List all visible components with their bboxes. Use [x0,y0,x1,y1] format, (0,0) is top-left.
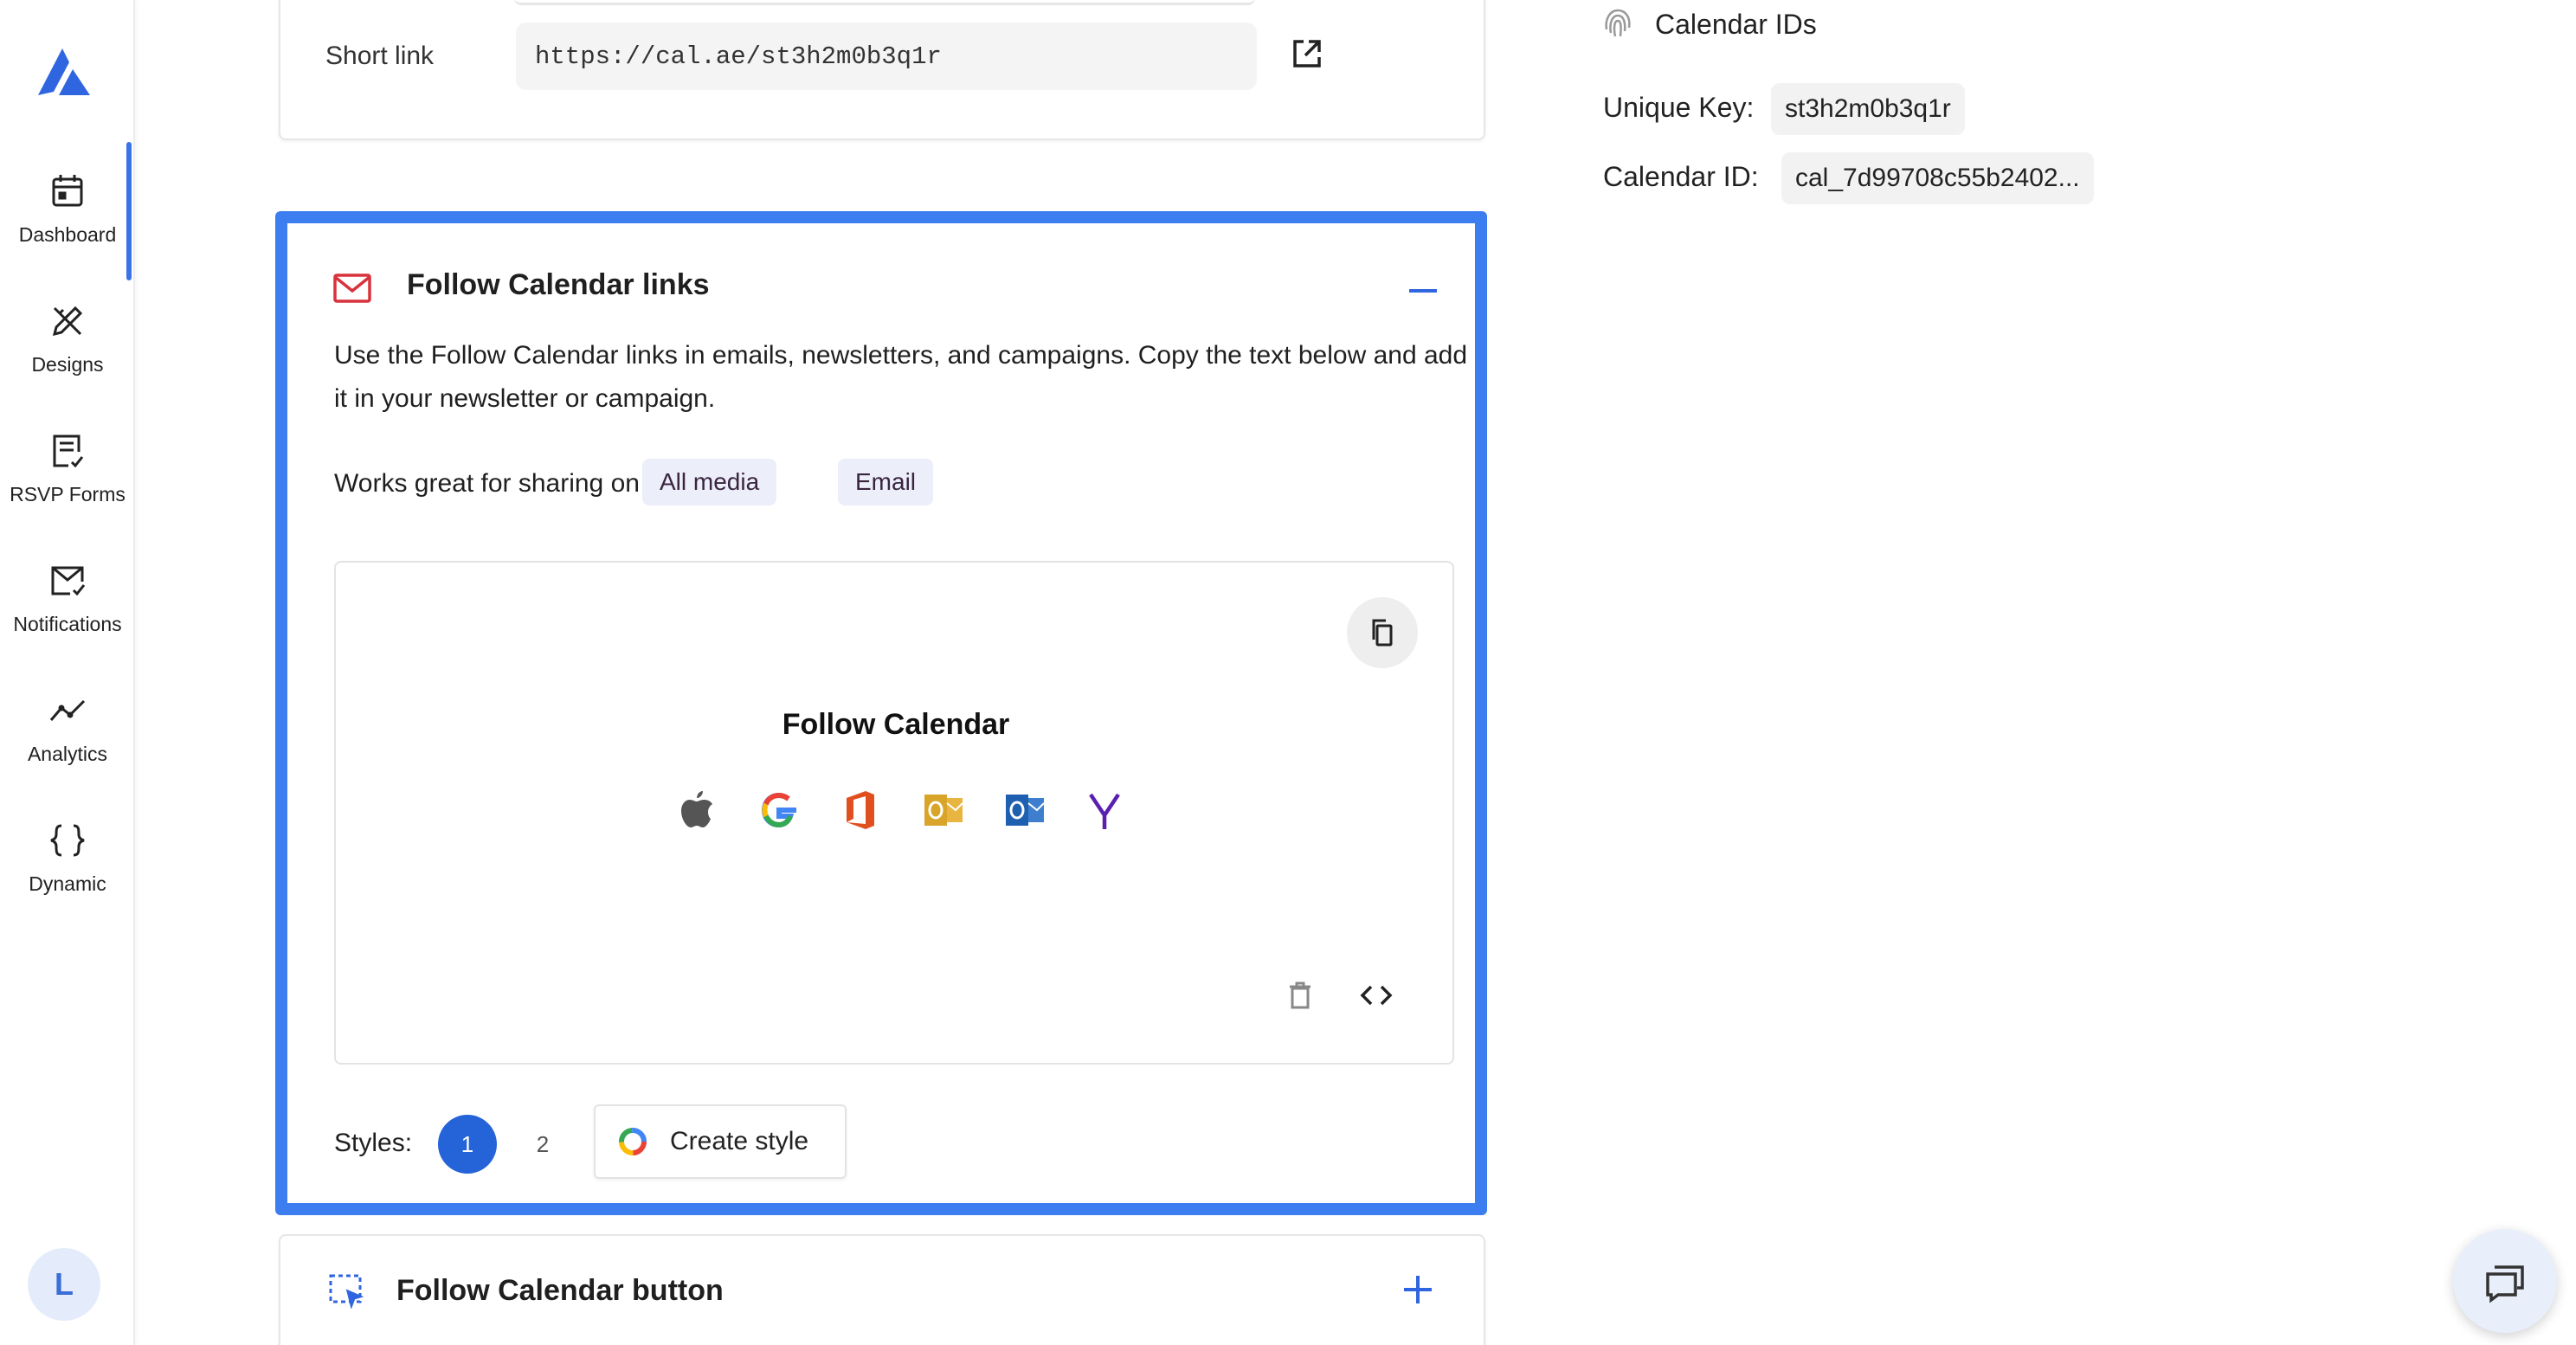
copy-button[interactable] [1347,597,1418,668]
color-wheel-icon [619,1128,647,1155]
envelope-check-icon [51,566,86,596]
calendar-id-value[interactable]: cal_7d99708c55b2402... [1781,152,2094,204]
section-description: Use the Follow Calendar links in emails,… [334,341,1468,413]
sidebar-item-notifications[interactable]: Notifications [0,530,135,642]
section-title: Follow Calendar button [396,1274,724,1307]
short-link-label: Short link [325,42,435,70]
calendar-id-label: Calendar ID: [1603,161,1759,192]
chat-icon [2486,1265,2524,1303]
previous-field-edge [514,0,1255,5]
preview-title: Follow Calendar [782,708,1010,741]
office-icon[interactable] [834,784,886,836]
calendar-ids-title: Calendar IDs [1655,9,1817,40]
calendar-icon [52,175,83,207]
fingerprint-icon [1605,9,1631,37]
sidebar: Dashboard Designs RSVP Forms Notificatio… [0,0,135,1345]
create-style-button[interactable]: Create style [594,1104,847,1179]
sidebar-item-label: Dynamic [29,872,106,895]
expand-icon[interactable] [1401,1272,1435,1307]
short-link-field[interactable]: https://cal.ae/st3h2m0b3q1r [516,23,1257,90]
app-logo[interactable] [33,38,95,100]
app-root: Dashboard Designs RSVP Forms Notificatio… [0,0,2576,1345]
style-option-2[interactable]: 2 [519,1115,566,1174]
works-great-label: Works great for sharing on [334,469,640,498]
collapse-icon[interactable] [1406,274,1440,308]
mail-icon [333,274,371,303]
curly-braces-icon [50,824,85,857]
styles-label: Styles: [334,1129,413,1157]
apple-icon[interactable] [673,784,725,836]
sidebar-item-label: Designs [31,353,104,376]
sidebar-item-rsvp-forms[interactable]: RSVP Forms [0,400,135,512]
follow-calendar-links-card: Follow Calendar links Use the Follow Cal… [275,211,1487,1215]
chat-support-button[interactable] [2453,1229,2557,1333]
tag-all-media: All media [642,459,777,505]
tag-email: Email [838,459,934,505]
user-avatar[interactable]: L [28,1248,100,1321]
pencil-ruler-icon [52,306,83,337]
unique-key-value[interactable]: st3h2m0b3q1r [1771,83,1965,135]
sidebar-item-analytics[interactable]: Analytics [0,660,135,772]
external-link-icon[interactable] [1286,33,1328,74]
yahoo-icon[interactable] [1079,784,1130,836]
link-preview-box: Follow Calendar [334,561,1454,1065]
trash-icon[interactable] [1283,978,1317,1013]
google-icon[interactable] [753,784,805,836]
checklist-form-icon [53,434,84,468]
outlook-com-icon[interactable] [999,784,1051,836]
line-chart-icon [49,699,86,721]
create-style-label: Create style [670,1127,809,1155]
sidebar-item-label: Dashboard [18,223,117,246]
outlook-icon[interactable] [918,784,969,836]
sidebar-item-designs[interactable]: Designs [0,270,135,383]
style-option-1[interactable]: 1 [438,1115,497,1174]
copy-icon [1372,619,1393,647]
calendar-icons-row [673,784,1124,840]
sidebar-item-dashboard[interactable]: Dashboard [0,140,135,253]
unique-key-label: Unique Key: [1603,92,1755,123]
sidebar-item-label: RSVP Forms [10,483,126,505]
sidebar-item-label: Analytics [27,743,108,765]
button-select-icon [329,1274,364,1309]
embed-code-icon[interactable] [1357,976,1395,1014]
sidebar-item-dynamic[interactable]: Dynamic [0,789,135,902]
sidebar-item-label: Notifications [13,613,122,635]
follow-calendar-button-card[interactable]: Follow Calendar button [279,1234,1485,1345]
section-title: Follow Calendar links [407,268,710,301]
short-link-card: Short link https://cal.ae/st3h2m0b3q1r [279,0,1485,140]
